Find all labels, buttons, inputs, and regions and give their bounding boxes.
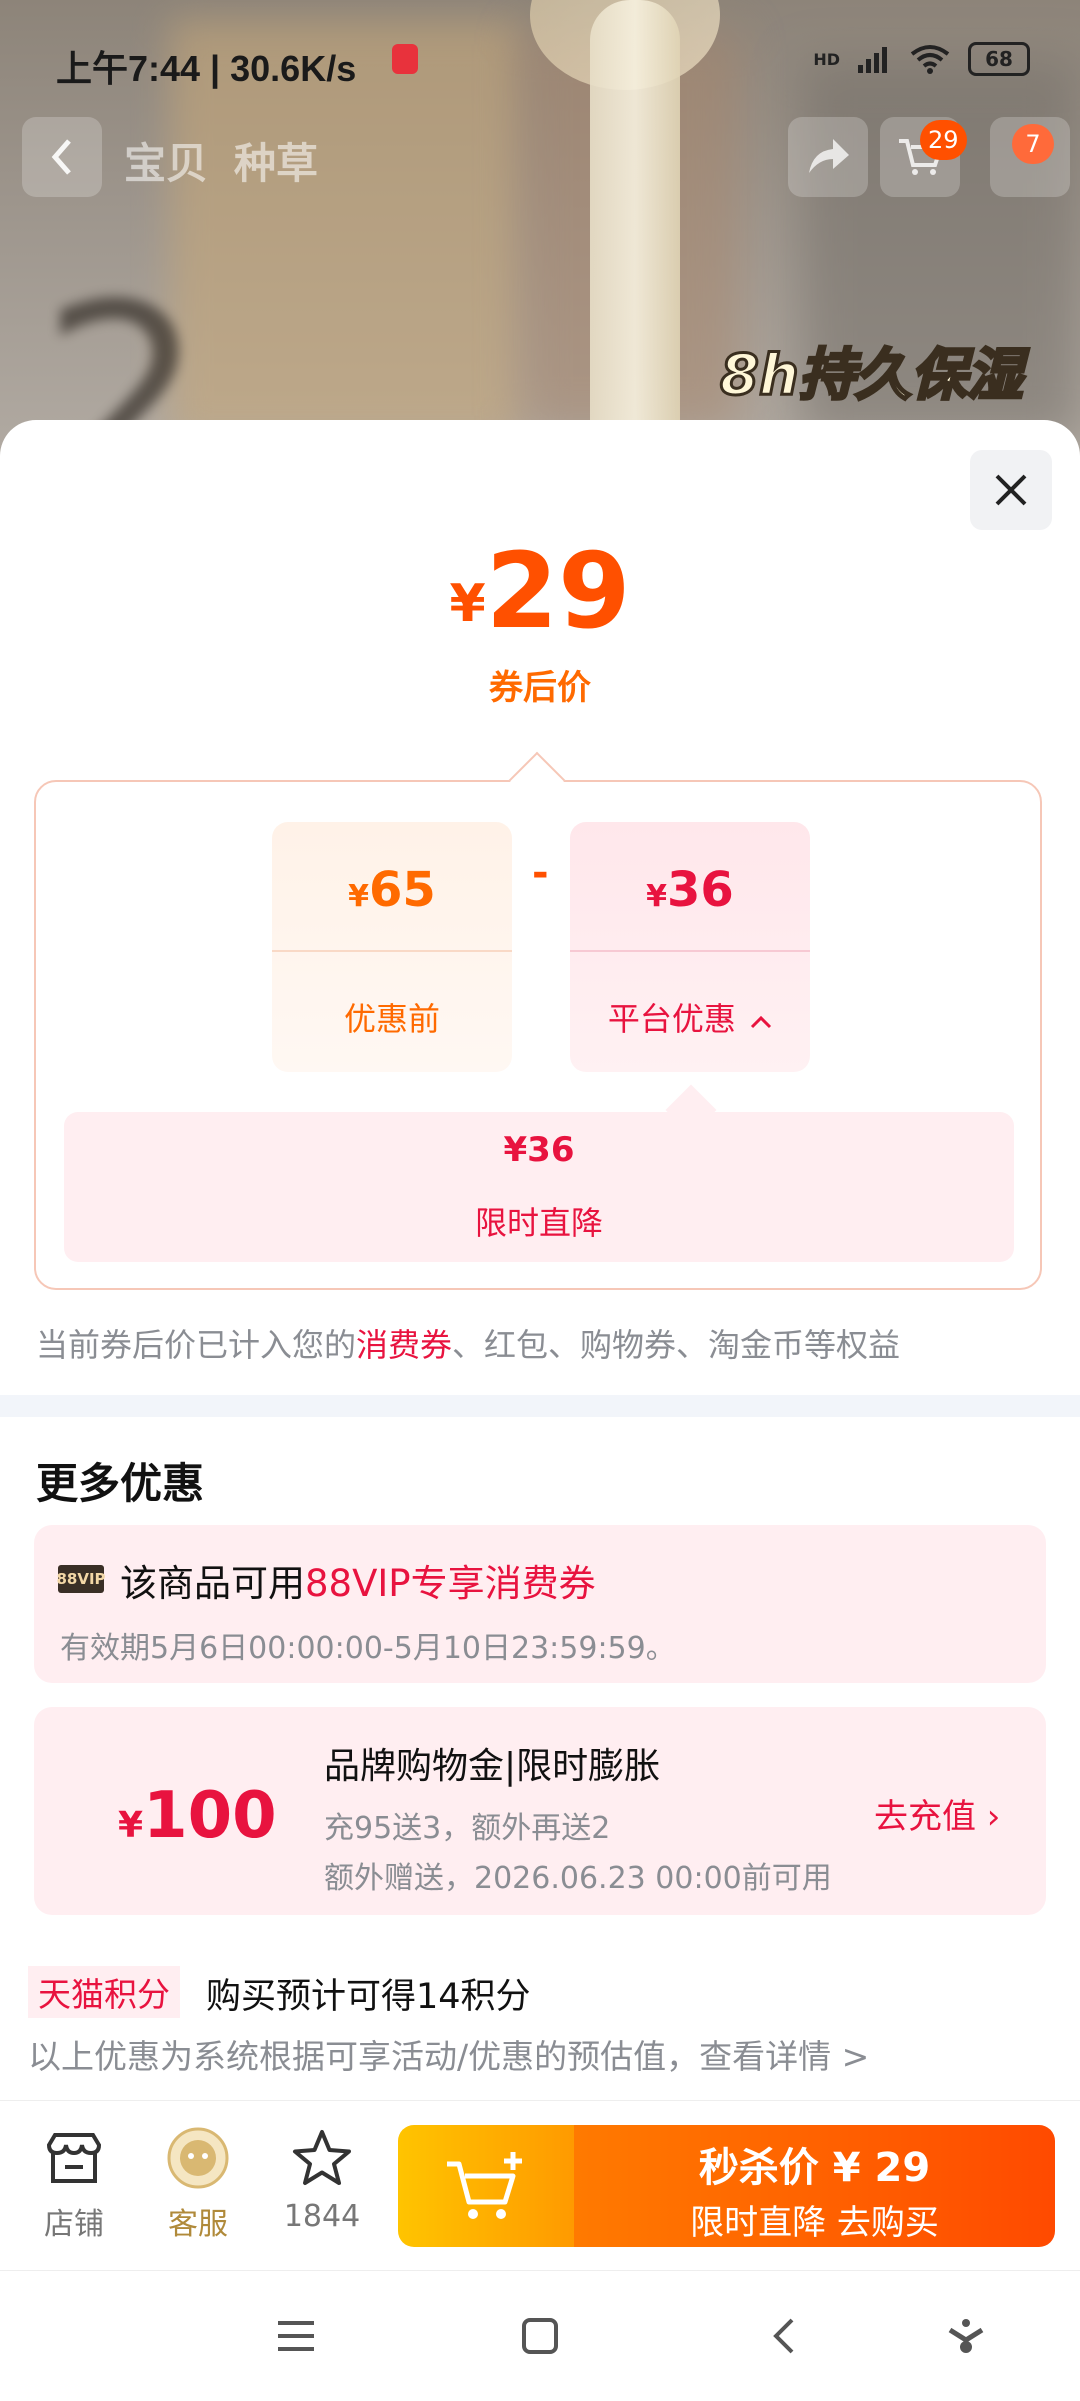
service-label: 客服 bbox=[168, 2207, 228, 2242]
before-price-value: 65 bbox=[369, 862, 436, 918]
back-button[interactable] bbox=[22, 117, 102, 197]
cart-badge: 29 bbox=[920, 120, 967, 160]
flash-sale-price: 秒杀价 ¥ 29 bbox=[698, 2145, 931, 2191]
cart-add-icon bbox=[447, 2152, 522, 2219]
favorites-count: 1844 bbox=[283, 2199, 361, 2234]
chevron-left-icon bbox=[773, 2318, 794, 2354]
brand-credit-title: 品牌购物金|限时膨胀 bbox=[324, 1746, 661, 1787]
after-coupon-price: ¥29 bbox=[0, 530, 1080, 652]
service-avatar-icon bbox=[167, 2127, 229, 2189]
platform-discount-label: 平台优惠 bbox=[607, 1000, 736, 1038]
platform-discount-card[interactable]: ¥36 平台优惠 bbox=[570, 822, 810, 1072]
brand-credit-card: ¥100 品牌购物金|限时膨胀 充95送3，额外再送2 额外赠送，2026.06… bbox=[34, 1707, 1046, 1915]
vip-badge-icon: 88VIP bbox=[56, 1565, 106, 1593]
assistant-icon bbox=[948, 2319, 984, 2353]
flash-sale-buy-button[interactable]: 秒杀价 ¥ 29 限时直降 去购买 bbox=[398, 2125, 1055, 2247]
vip-validity: 有效期5月6日00:00:00-5月10日23:59:59。 bbox=[60, 1631, 676, 1666]
more-badge: 7 bbox=[1012, 124, 1054, 164]
star-icon bbox=[293, 2130, 351, 2185]
tab-item[interactable]: 宝贝 bbox=[124, 130, 208, 191]
platform-discount-label-row: 平台优惠 bbox=[570, 994, 810, 1040]
limited-cut-label: 限时直降 bbox=[474, 1204, 603, 1242]
app-notification-icon bbox=[392, 44, 418, 74]
close-button[interactable] bbox=[970, 450, 1052, 530]
platform-discount-value: 36 bbox=[667, 862, 734, 918]
store-button[interactable]: 店铺 bbox=[24, 2121, 124, 2243]
brand-credit-value: 100 bbox=[143, 1779, 277, 1853]
status-time: 上午7:44 | 30.6K/s bbox=[56, 48, 357, 89]
battery-level: 68 bbox=[985, 47, 1013, 71]
note-highlight-link[interactable]: 消费券 bbox=[356, 1326, 452, 1364]
card-divider bbox=[272, 950, 512, 952]
share-icon bbox=[809, 139, 849, 173]
share-button[interactable] bbox=[788, 117, 868, 197]
store-label: 店铺 bbox=[44, 2207, 104, 2242]
card-divider bbox=[570, 950, 810, 952]
estimate-details-link[interactable]: 以上优惠为系统根据可享活动/优惠的预估值，查看详情 > bbox=[28, 2030, 869, 2078]
buy-now-label: 限时直降 去购买 bbox=[690, 2203, 939, 2243]
vip-coupon-title: 该商品可用88VIP专享消费券 bbox=[120, 1553, 596, 1607]
menu-icon bbox=[278, 2321, 314, 2351]
wifi-icon bbox=[910, 45, 950, 74]
after-coupon-price-value: 29 bbox=[485, 530, 631, 652]
before-price: ¥65 bbox=[272, 862, 512, 918]
note-prefix: 当前券后价已计入您的 bbox=[36, 1326, 357, 1364]
add-to-cart-button[interactable] bbox=[398, 2125, 574, 2247]
chevron-left-icon bbox=[51, 139, 71, 175]
menu-button[interactable] bbox=[266, 2311, 326, 2361]
store-icon bbox=[46, 2133, 102, 2183]
limited-cut-value: ¥36 bbox=[503, 1130, 575, 1170]
more-offers-title: 更多优惠 bbox=[36, 1459, 205, 1508]
currency-symbol: ¥ bbox=[646, 879, 668, 914]
signal-icon bbox=[858, 47, 887, 73]
status-bar: 上午7:44 | 30.6K/s HD 68 bbox=[0, 0, 1080, 120]
home-square-icon bbox=[522, 2318, 558, 2354]
brand-credit-amount: ¥100 bbox=[118, 1779, 277, 1853]
limited-cut-box: ¥36 限时直降 bbox=[64, 1112, 1014, 1262]
note-suffix: 、红包、购物券、淘金币等权益 bbox=[452, 1326, 901, 1364]
status-right: HD 68 bbox=[813, 42, 1030, 76]
bottom-action-bar: 店铺 客服 1844 秒杀价 ¥ 29 限时直降 去购买 bbox=[0, 2100, 1080, 2271]
currency-symbol: ¥ bbox=[118, 1805, 144, 1846]
brand-credit-subtitle-1: 充95送3，额外再送2 bbox=[324, 1811, 611, 1846]
tmall-points-tag: 天猫积分 bbox=[28, 1966, 180, 2018]
platform-discount: ¥36 bbox=[570, 862, 810, 918]
section-divider bbox=[0, 1395, 1080, 1417]
customer-service-button[interactable]: 客服 bbox=[148, 2121, 248, 2243]
currency-symbol: ¥ bbox=[449, 574, 486, 634]
vip-coupon-card[interactable]: 88VIP 该商品可用88VIP专享消费券 有效期5月6日00:00:00-5月… bbox=[34, 1525, 1046, 1683]
product-overlay-text: 8h持久保湿 bbox=[719, 342, 1025, 410]
after-coupon-label: 券后价 bbox=[489, 668, 591, 708]
system-back-button[interactable] bbox=[754, 2311, 814, 2361]
buy-now-area[interactable]: 秒杀价 ¥ 29 限时直降 去购买 bbox=[574, 2125, 1055, 2247]
before-price-label: 优惠前 bbox=[343, 1000, 440, 1038]
currency-symbol: ¥ bbox=[348, 879, 370, 914]
vip-prefix: 该商品可用 bbox=[120, 1562, 305, 1605]
tab-seeding[interactable]: 种草 bbox=[234, 130, 318, 191]
close-icon bbox=[995, 474, 1027, 506]
network-label: HD bbox=[813, 49, 840, 69]
points-text: 购买预计可得14积分 bbox=[206, 1977, 531, 2017]
home-button[interactable] bbox=[510, 2311, 570, 2361]
recharge-button[interactable]: 去充值 › bbox=[874, 1789, 1000, 1838]
coupon-note: 当前券后价已计入您的消费券、红包、购物券、淘金币等权益 bbox=[36, 1320, 900, 1366]
vip-highlight: 88VIP专享消费券 bbox=[305, 1562, 596, 1605]
system-navigation-bar bbox=[0, 2270, 1080, 2401]
brand-credit-subtitle-2: 额外赠送，2026.06.23 00:00前可用 bbox=[324, 1861, 832, 1896]
minus-sign: - bbox=[532, 850, 549, 896]
battery-icon: 68 bbox=[968, 42, 1030, 76]
chevron-up-icon bbox=[751, 1015, 772, 1029]
assistant-button[interactable] bbox=[936, 2311, 996, 2361]
favorite-button[interactable]: 1844 bbox=[272, 2121, 372, 2234]
before-price-card: ¥65 优惠前 bbox=[272, 822, 512, 1072]
